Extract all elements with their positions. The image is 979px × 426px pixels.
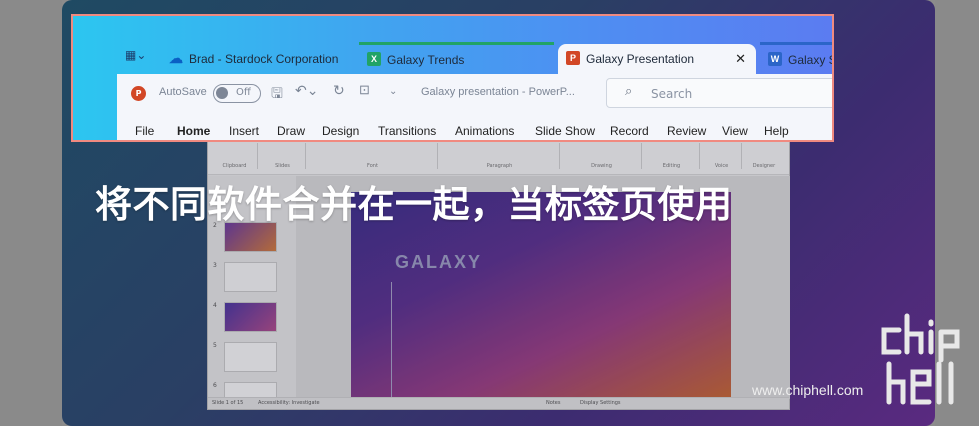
tab-strip: ▦⌄ ☁ Brad - Stardock Corporation X Galax… [117,42,832,74]
tab-label: Brad - Stardock Corporation [189,52,339,66]
tab-word[interactable]: W Galaxy Se [760,42,832,72]
search-placeholder: Search [651,87,693,101]
apps-menu-icon[interactable]: ▦⌄ [125,48,151,68]
customize-icon[interactable]: ⌄ [389,86,397,97]
redo-icon[interactable]: ↻ [333,82,345,99]
menu-transitions[interactable]: Transitions [378,124,436,138]
powerpoint-icon: P [566,51,580,65]
left-margin [0,0,62,426]
toggle-knob [216,87,228,99]
watermark-url: www.chiphell.com [752,382,864,398]
close-tab-icon[interactable]: ✕ [735,51,746,67]
menu-insert[interactable]: Insert [229,124,259,138]
tab-excel[interactable]: X Galaxy Trends [359,42,554,72]
document-title: Galaxy presentation - PowerP... [421,86,575,98]
autosave-state: Off [236,87,251,98]
menu-view[interactable]: View [722,124,748,138]
menu-home[interactable]: Home [177,124,210,138]
powerpoint-logo-icon: P [131,86,146,101]
excel-icon: X [367,52,381,66]
menu-help[interactable]: Help [764,124,789,138]
save-icon[interactable]: 🖫 [271,83,283,107]
chiphell-logo-icon [881,313,960,405]
search-input[interactable]: ⌕ Search [606,78,832,108]
tab-label: Galaxy Trends [387,53,465,67]
tab-label: Galaxy Se [788,53,832,67]
onedrive-icon: ☁ [169,50,183,66]
tab-label: Galaxy Presentation [586,52,695,66]
autosave-label: AutoSave [159,86,207,98]
present-icon[interactable]: ⊡ [359,82,370,98]
caption-text: 将不同软件合并在一起，当标签页使用 [95,183,733,226]
autosave-toggle[interactable]: Off [213,84,261,103]
undo-icon[interactable]: ↶⌄ [295,82,318,99]
menu-record[interactable]: Record [610,124,649,138]
tab-onedrive[interactable]: ☁ Brad - Stardock Corporation [161,44,357,74]
quick-access-toolbar: P AutoSave Off 🖫 ↶⌄ ↻ ⊡ ⌄ Galaxy present… [117,74,832,140]
tabbed-window-highlight: ▦⌄ ☁ Brad - Stardock Corporation X Galax… [71,14,834,142]
ribbon-menu: File Home Insert Draw Design Transitions… [117,122,832,140]
menu-review[interactable]: Review [667,124,706,138]
menu-draw[interactable]: Draw [277,124,305,138]
menu-slide-show[interactable]: Slide Show [535,124,595,138]
word-icon: W [768,52,782,66]
tab-powerpoint[interactable]: P Galaxy Presentation ✕ [558,44,756,74]
menu-file[interactable]: File [135,124,154,138]
menu-animations[interactable]: Animations [455,124,514,138]
menu-design[interactable]: Design [322,124,359,138]
search-icon: ⌕ [625,84,633,99]
